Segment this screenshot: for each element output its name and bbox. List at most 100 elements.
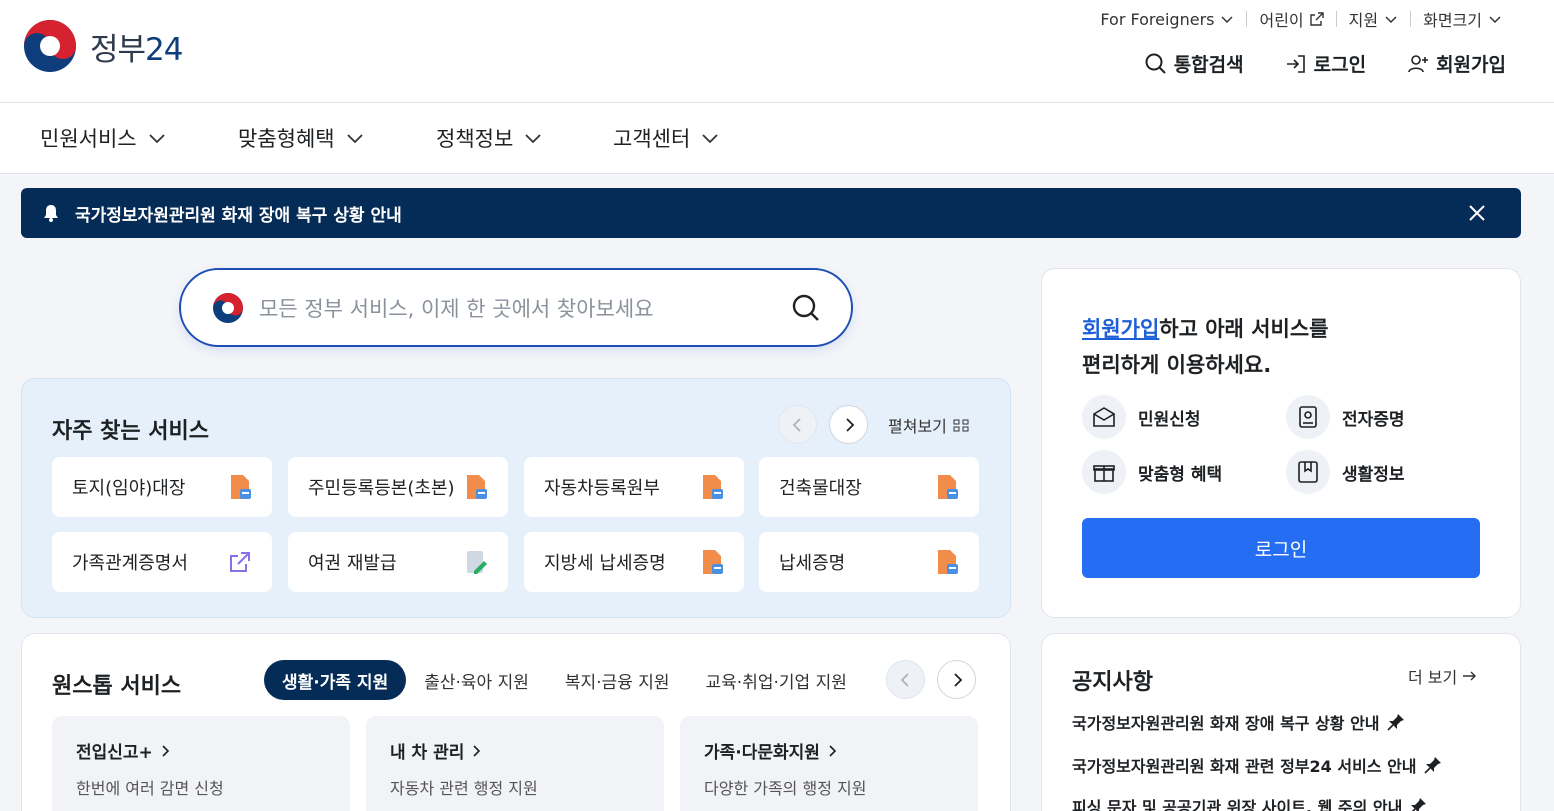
add-user-icon [1408,54,1429,72]
section-title: 공지사항 [1072,670,1153,695]
taegeuk-logo-icon [213,292,243,323]
carousel-nav [886,660,976,699]
onestop-card[interactable]: 전입신고+ 한번에 여러 감면 신청 [52,716,350,811]
site-logo[interactable]: 정부24 [20,17,184,75]
tab-birth-childcare[interactable]: 출산·육아 지원 [406,660,547,700]
support-menu[interactable]: 지원 [1337,8,1410,30]
notice-item[interactable]: 국가정보자원관리원 화재 장애 복구 상황 안내 [1072,710,1406,734]
nav-civil-services[interactable]: 민원서비스 [40,103,167,173]
pdf-icon [703,550,723,574]
chevron-down-icon [1489,16,1501,24]
for-foreigners-menu[interactable]: For Foreigners [1088,8,1246,30]
nav-custom-benefits[interactable]: 맞춤형혜택 [238,103,365,173]
chevron-down-icon [148,134,165,144]
service-life-info[interactable]: 생활정보 [1286,450,1405,494]
zoom-menu[interactable]: 화면크기 [1411,8,1514,30]
next-button[interactable] [829,405,868,444]
chevron-down-icon [1221,16,1234,24]
chevron-right-icon [162,744,169,757]
main-search-bar[interactable]: 모든 정부 서비스, 이제 한 곳에서 찾아보세요 [179,268,853,347]
onestop-tabs: 생활·가족 지원 출산·육아 지원 복지·금융 지원 교육·취업·기업 지원 [264,660,865,700]
frequent-services-panel: 자주 찾는 서비스 펼쳐보기 토지(임야)대장 주민등록등본(초본) 자동차등록… [21,378,1011,618]
pdf-icon [938,550,958,574]
mail-doc-icon [1093,407,1115,427]
service-card[interactable]: 토지(임야)대장 [52,457,272,517]
next-button[interactable] [937,660,976,699]
integrated-search-button[interactable]: 통합검색 [1144,50,1244,77]
close-icon[interactable] [1467,203,1487,223]
service-card[interactable]: 건축물대장 [759,457,979,517]
onestop-card[interactable]: 가족·다문화지원 다양한 가족의 행정 지원 [680,716,978,811]
pin-icon [1411,798,1427,811]
tab-education-jobs[interactable]: 교육·취업·기업 지원 [688,660,865,700]
expand-button[interactable]: 펼쳐보기 [888,413,969,437]
notice-panel: 공지사항 더 보기 국가정보자원관리원 화재 장애 복구 상황 안내 국가정보자… [1041,633,1521,811]
arrow-right-icon [1463,671,1477,681]
login-icon [1286,54,1305,73]
service-card[interactable]: 주민등록등본(초본) [288,457,508,517]
main-navigation: 민원서비스 맞춤형혜택 정책정보 고객센터 [0,103,1554,174]
chevron-right-icon [473,744,481,757]
tab-welfare-finance[interactable]: 복지·금융 지원 [547,660,688,700]
onestop-services-panel: 원스톱 서비스 생활·가족 지원 출산·육아 지원 복지·금융 지원 교육·취업… [21,633,1011,811]
signup-link[interactable]: 회원가입 [1406,50,1506,77]
id-card-icon [1299,406,1317,428]
section-title: 자주 찾는 서비스 [52,419,209,444]
chevron-right-icon [829,744,837,757]
utility-menu: For Foreigners 어린이 지원 화면크기 [1088,8,1514,30]
gift-icon [1093,465,1115,482]
carousel-nav [778,405,868,444]
notice-item[interactable]: 국가정보자원관리원 화재 관련 정부24 서비스 안내 [1072,753,1443,777]
login-message: 회원가입하고 아래 서비스를 편리하게 이용하세요. [1082,317,1329,377]
service-card[interactable]: 자동차등록원부 [524,457,744,517]
search-icon[interactable] [791,293,821,323]
pdf-icon [467,475,487,499]
kids-link[interactable]: 어린이 [1247,8,1335,30]
edit-doc-icon [467,551,487,574]
service-e-certificate[interactable]: 전자증명 [1286,395,1405,439]
bookmark-icon [1298,461,1318,483]
login-link[interactable]: 로그인 [1284,50,1366,77]
nav-customer-center[interactable]: 고객센터 [613,103,720,173]
external-link-icon [1309,12,1324,26]
login-panel: 회원가입하고 아래 서비스를 편리하게 이용하세요. 민원신청 전자증명 맞춤형… [1041,268,1521,618]
nav-policy-info[interactable]: 정책정보 [436,103,543,173]
chevron-down-icon [346,134,363,144]
chevron-right-icon [953,672,962,687]
search-icon [1145,53,1166,74]
pdf-icon [938,475,958,499]
bell-icon [44,205,58,222]
chevron-down-icon [1385,16,1397,24]
pdf-icon [703,475,723,499]
pin-icon [1386,714,1404,731]
service-card[interactable]: 지방세 납세증명 [524,532,744,592]
signup-link[interactable]: 회원가입 [1082,317,1159,341]
search-input[interactable]: 모든 정부 서비스, 이제 한 곳에서 찾아보세요 [259,293,791,323]
external-link-icon [230,552,250,572]
pin-icon [1423,757,1441,774]
service-card[interactable]: 여권 재발급 [288,532,508,592]
chevron-right-icon [845,417,854,432]
more-link[interactable]: 더 보기 [1408,664,1477,688]
header-actions: 통합검색 로그인 회원가입 [1144,50,1506,77]
tab-life-family[interactable]: 생활·가족 지원 [264,660,407,700]
chevron-down-icon [702,134,718,144]
service-card[interactable]: 납세증명 [759,532,979,592]
prev-button[interactable] [778,405,817,444]
service-card[interactable]: 가족관계증명서 [52,532,272,592]
prev-button[interactable] [886,660,925,699]
pdf-icon [231,475,251,499]
grid-icon [953,419,969,432]
onestop-card[interactable]: 내 차 관리 자동차 관련 행정 지원 [366,716,664,811]
logo-wordmark: 정부24 [90,31,184,68]
taegeuk-logo-icon [24,20,76,72]
section-title: 원스톱 서비스 [52,674,182,699]
service-civil-application[interactable]: 민원신청 [1082,395,1201,439]
notice-item[interactable]: 피싱 문자 및 공공기관 위장 사이트, 웹 주의 안내 [1072,794,1428,811]
chevron-down-icon [525,134,541,144]
chevron-left-icon [792,417,801,432]
alert-banner[interactable]: 국가정보자원관리원 화재 장애 복구 상황 안내 [21,188,1521,238]
login-button[interactable]: 로그인 [1082,518,1480,578]
alert-text: 국가정보자원관리원 화재 장애 복구 상황 안내 [75,205,402,226]
service-custom-benefits[interactable]: 맞춤형 혜택 [1082,450,1222,494]
